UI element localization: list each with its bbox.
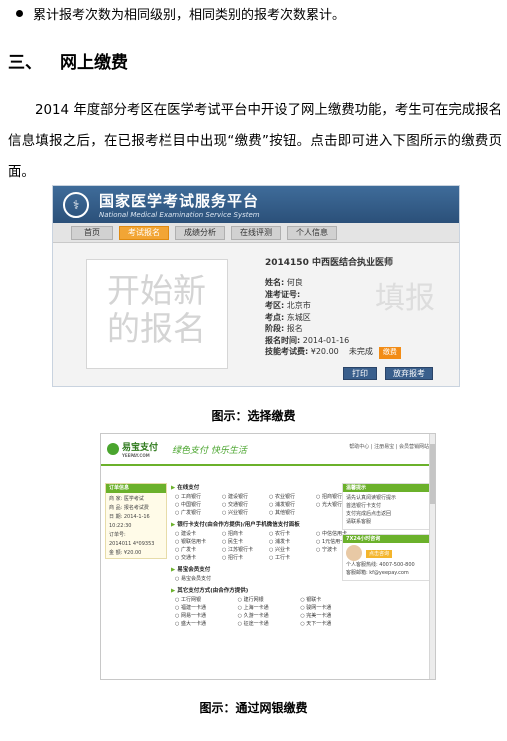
bullet-item: 累计报考次数为相同级别，相同类别的报考次数累计。 [8, 4, 345, 23]
screenshot-exam-platform: ⚕ 国家医学考试服务平台 National Medical Examinatio… [52, 185, 460, 387]
medical-emblem-icon: ⚕ [63, 191, 89, 218]
scrollbar[interactable] [429, 434, 435, 679]
radio-option[interactable]: ○ 工行卡 [269, 554, 312, 561]
abandon-button[interactable]: 放弃报考 [385, 367, 433, 380]
platform-header: ⚕ 国家医学考试服务平台 National Medical Examinatio… [53, 186, 459, 223]
other-pay-section: 其它支付方式(由合作方提供) ○ 工行网银○ 建行网银○ 银联卡○ 福建一卡通○… [171, 586, 359, 627]
radio-option[interactable]: ○ 工行网银 [175, 596, 234, 603]
tips-box: 温馨提示 请先认真阅读银行提示 首选银行卡支付 支付完成后点击返回 请联系客服 [342, 483, 431, 530]
radio-option[interactable]: ○ 浦发卡 [269, 538, 312, 545]
radio-option[interactable]: ○ 广发卡 [175, 546, 218, 553]
yeepay-toplinks[interactable]: 帮助中心 | 注册易宝 | 会员营销网站 [349, 443, 429, 450]
body-paragraph: 2014 年度部分考区在医学考试平台中开设了网上缴费功能，考生可在完成报名信息填… [8, 103, 502, 180]
radio-option[interactable]: ○ 农业银行 [269, 493, 312, 500]
radio-option[interactable]: ○ 工商银行 [175, 493, 218, 500]
radio-option[interactable]: ○ 农行卡 [269, 530, 312, 537]
info-row: 考点: 东城区 [265, 312, 311, 322]
platform-body: 开始新的报名 填报 2014150 中西医结合执业医师 姓名: 何良 准考证号:… [53, 243, 459, 386]
yeepay-logo-icon [107, 443, 119, 455]
platform-nav: 首页 考试报名 成绩分析 在线评测 个人信息 [53, 223, 459, 243]
radio-option[interactable]: ○ 浦发银行 [269, 501, 312, 508]
consult-box: 7X24小时咨询 点击咨询 个人客服热线: 4007-500-800 客服邮箱:… [342, 534, 431, 581]
radio-option[interactable]: ○ 网易一卡通 [175, 612, 234, 619]
yeepay-logo: 易宝支付 YEEPAY.COM [107, 440, 158, 458]
support-avatar-icon [346, 545, 362, 561]
card-pay-section: 银行卡支付(由合作方提供)/用户手机微信支付面板 ○ 建设卡○ 招商卡○ 农行卡… [171, 520, 359, 561]
info-row: 考区: 北京市 [265, 301, 311, 310]
consult-button[interactable]: 点击咨询 [366, 549, 393, 558]
member-pay-section: 易宝会员支付 ○ 易宝会员支付 [171, 565, 359, 582]
platform-subtitle: National Medical Examination Service Sys… [99, 211, 260, 219]
exam-info: 姓名: 何良 准考证号: 考区: 北京市 考点: 东城区 阶段: 报名 报名时间… [265, 277, 401, 359]
order-info-header: 订单信息 [106, 484, 166, 493]
nav-score-analysis[interactable]: 成绩分析 [175, 225, 225, 240]
yeepay-slogan: 绿色支付 快乐生活 [172, 445, 247, 456]
radio-option[interactable]: ○ 上海一卡通 [238, 604, 297, 611]
radio-option[interactable]: ○ 招商卡 [222, 530, 265, 537]
radio-option[interactable]: ○ 征途一卡通 [238, 620, 297, 627]
info-row: 准考证号: [265, 289, 301, 299]
radio-option[interactable]: ○ 银联信用卡 [175, 538, 218, 545]
radio-option[interactable]: ○ 招行卡 [222, 554, 265, 561]
screenshot-yeepay: 易宝支付 YEEPAY.COM 绿色支付 快乐生活 帮助中心 | 注册易宝 | 会… [100, 433, 436, 680]
radio-option[interactable]: ○ 交通银行 [222, 501, 265, 508]
section-number: 三、 [8, 53, 42, 73]
figure2-caption: 图示：通过网银缴费 [199, 701, 308, 715]
section-heading: 三、 网上缴费 [8, 48, 128, 73]
nav-online-test[interactable]: 在线评测 [231, 225, 281, 240]
info-row: 报名时间: 2014-01-16 [265, 335, 350, 345]
payment-options: 在线支付 ○ 工商银行○ 建设银行○ 农业银行○ 招商银行○ 中国银行○ 交通银… [171, 483, 359, 631]
radio-option[interactable]: ○ 交通卡 [175, 554, 218, 561]
exam-title: 2014150 中西医结合执业医师 [265, 258, 393, 268]
radio-option[interactable]: ○ 广发银行 [175, 509, 218, 516]
nav-personal-info[interactable]: 个人信息 [287, 225, 337, 240]
tips-panel: 温馨提示 请先认真阅读银行提示 首选银行卡支付 支付完成后点击返回 请联系客服 … [342, 483, 431, 585]
order-info-panel: 订单信息 商 家: 医学考试 商 品: 报名考试费 日 期: 2014-1-16… [105, 483, 167, 559]
nav-home[interactable]: 首页 [71, 225, 113, 240]
radio-option[interactable]: ○ 天下一卡通 [300, 620, 359, 627]
radio-option[interactable]: ○ 盛大一卡通 [175, 620, 234, 627]
info-row: 阶段: 报名 [265, 324, 303, 333]
fee-row: 技能考试费: ¥20.00 未完成 缴费 [265, 346, 401, 359]
bullet-text: 累计报考次数为相同级别，相同类别的报考次数累计。 [33, 8, 346, 23]
nav-exam-register[interactable]: 考试报名 [119, 225, 169, 240]
figure1-caption: 图示：选择缴费 [211, 409, 296, 423]
radio-option[interactable]: ○ 江苏银行卡 [222, 546, 265, 553]
radio-option[interactable]: ○ 民生卡 [222, 538, 265, 545]
pay-button[interactable]: 缴费 [378, 347, 401, 359]
radio-option[interactable]: ○ 银联卡 [300, 596, 359, 603]
print-button[interactable]: 打印 [343, 367, 377, 380]
section-title: 网上缴费 [60, 53, 128, 73]
online-pay-section: 在线支付 ○ 工商银行○ 建设银行○ 农业银行○ 招商银行○ 中国银行○ 交通银… [171, 483, 359, 516]
radio-option[interactable]: ○ 建行网银 [238, 596, 297, 603]
radio-option[interactable]: ○ 完美一卡通 [300, 612, 359, 619]
radio-option[interactable]: ○ 建设银行 [222, 493, 265, 500]
new-registration-card[interactable]: 开始新的报名 [86, 259, 228, 369]
radio-option[interactable]: ○ 福建一卡通 [175, 604, 234, 611]
bullet-dot-icon [16, 10, 23, 17]
yeepay-header: 易宝支付 YEEPAY.COM 绿色支付 快乐生活 帮助中心 | 注册易宝 | 会… [101, 434, 435, 466]
platform-title: 国家医学考试服务平台 [99, 192, 260, 210]
radio-option[interactable]: ○ 建设卡 [175, 530, 218, 537]
radio-option[interactable]: ○ 易宝会员支付 [171, 575, 359, 582]
radio-option[interactable]: ○ 久游一卡通 [238, 612, 297, 619]
radio-option[interactable]: ○ 其他银行 [269, 509, 312, 516]
info-row: 姓名: 何良 [265, 278, 303, 287]
radio-option[interactable]: ○ 兴业银行 [222, 509, 265, 516]
radio-option[interactable]: ○ 中国银行 [175, 501, 218, 508]
radio-option[interactable]: ○ 骏网一卡通 [300, 604, 359, 611]
radio-option[interactable]: ○ 兴业卡 [269, 546, 312, 553]
